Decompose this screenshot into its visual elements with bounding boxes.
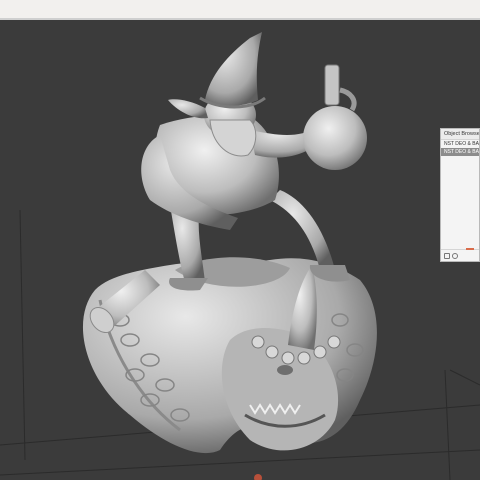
object-browser-item[interactable]: NST DEO & BA... <box>441 140 479 148</box>
settings-icon[interactable] <box>452 252 458 259</box>
top-toolbar <box>0 0 480 20</box>
object-browser-title: Object Browser <box>441 129 479 140</box>
panel-footer <box>441 249 479 261</box>
3d-viewport[interactable] <box>0 20 480 480</box>
object-browser-item-selected[interactable]: NST DEO & BA... <box>441 148 479 156</box>
potion-flask <box>303 64 367 170</box>
panel-resize-handle[interactable] <box>466 248 474 250</box>
origin-marker <box>254 474 262 480</box>
object-browser-panel[interactable]: Object Browser NST DEO & BA... NST DEO &… <box>440 128 480 262</box>
scene-svg <box>0 32 480 480</box>
camera-icon[interactable] <box>444 252 450 259</box>
